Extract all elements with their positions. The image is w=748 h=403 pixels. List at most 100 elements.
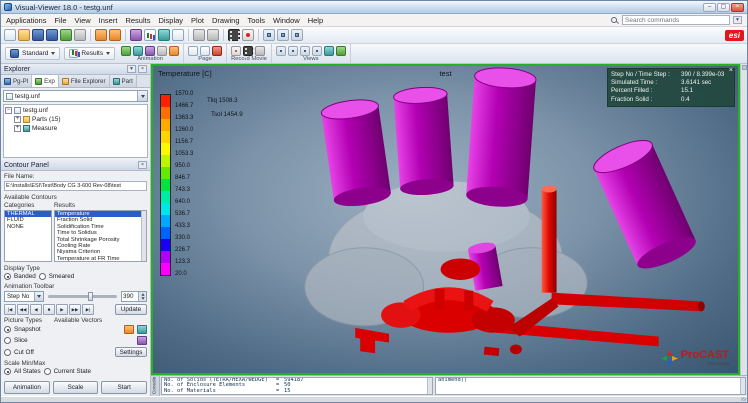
tree-item-measure[interactable]: + Measure — [5, 124, 146, 133]
movie-file-icon[interactable] — [243, 46, 253, 56]
menu-window[interactable]: Window — [273, 16, 300, 25]
standard-dropdown[interactable]: Standard — [5, 47, 60, 60]
command-scrollbar[interactable] — [740, 378, 745, 394]
vector-icon-1[interactable] — [124, 325, 134, 334]
film-icon[interactable] — [228, 29, 240, 41]
tab-pg-pl[interactable]: Pg-Pl — [1, 75, 32, 87]
console-output[interactable]: No. of Solids (TETRA/HEXA/WEDGE)=594187 … — [161, 377, 433, 395]
smeared-radio[interactable] — [39, 273, 46, 280]
step-slider-thumb[interactable] — [88, 292, 93, 301]
panel-close-icon[interactable]: × — [138, 65, 147, 73]
view-xz-icon[interactable] — [300, 46, 310, 56]
anim-loop-icon[interactable] — [145, 46, 155, 56]
view-isometric-icon[interactable] — [312, 46, 322, 56]
anim-step-icon[interactable] — [133, 46, 143, 56]
menu-drawing[interactable]: Drawing — [212, 16, 240, 25]
slice-radio[interactable] — [4, 337, 11, 344]
maximize-button[interactable]: ▢ — [717, 3, 730, 12]
view-rotate-icon[interactable] — [336, 46, 346, 56]
go-first-button[interactable]: |◀ — [4, 304, 16, 315]
record-movie-icon[interactable] — [231, 46, 241, 56]
tree-item-parts[interactable]: + Parts (15) — [5, 115, 146, 124]
view-yz-icon[interactable] — [288, 46, 298, 56]
settings-button[interactable]: Settings — [115, 347, 147, 357]
save-all-icon[interactable] — [46, 29, 58, 41]
menu-plot[interactable]: Plot — [191, 16, 204, 25]
step-combo-caret-icon[interactable] — [34, 292, 43, 301]
anim-settings-icon[interactable] — [169, 46, 179, 56]
view-fit-icon[interactable] — [324, 46, 334, 56]
expand-icon[interactable]: + — [14, 116, 21, 123]
view-front-icon[interactable] — [277, 29, 289, 41]
stop-button[interactable]: ■ — [43, 304, 55, 315]
viewport-close-icon[interactable]: × — [729, 67, 733, 75]
anim-stop-icon[interactable] — [157, 46, 167, 56]
resize-grip[interactable] — [741, 397, 746, 401]
view-iso-icon[interactable] — [263, 29, 275, 41]
rewind-button[interactable]: ◀◀ — [17, 304, 29, 315]
slice-icon[interactable] — [137, 336, 147, 345]
page-delete-icon[interactable] — [212, 46, 222, 56]
current-state-radio[interactable] — [44, 368, 51, 375]
page-new-icon[interactable] — [188, 46, 198, 56]
update-button[interactable]: Update — [115, 304, 147, 315]
table-icon[interactable] — [158, 29, 170, 41]
panel-menu-icon[interactable]: ▾ — [127, 65, 136, 73]
model-combo[interactable]: testg.unf — [3, 90, 148, 102]
menu-file[interactable]: File — [54, 16, 66, 25]
save-icon[interactable] — [32, 29, 44, 41]
menu-display[interactable]: Display — [158, 16, 183, 25]
file-path-field[interactable]: E:\Installs\ESI\Test\Body CG 3-600 Rev-0… — [4, 181, 147, 191]
combo-caret-icon[interactable] — [137, 91, 147, 101]
results-dropdown[interactable]: Results — [64, 47, 115, 60]
print-icon[interactable] — [74, 29, 86, 41]
page-copy-icon[interactable] — [200, 46, 210, 56]
view-xy-icon[interactable] — [276, 46, 286, 56]
banded-radio[interactable] — [4, 273, 11, 280]
tab-part[interactable]: Part — [110, 75, 137, 87]
collapse-icon[interactable]: − — [5, 107, 12, 114]
all-states-radio[interactable] — [4, 368, 11, 375]
tree-item-root[interactable]: − testg.unf — [5, 106, 146, 115]
console-scrollbar[interactable] — [427, 378, 432, 394]
movie-settings-icon[interactable] — [255, 46, 265, 56]
cutoff-radio[interactable] — [4, 349, 11, 356]
scale-button[interactable]: Scale — [53, 381, 99, 394]
menu-help[interactable]: Help — [308, 16, 323, 25]
undo-icon[interactable] — [95, 29, 107, 41]
expand-icon[interactable]: + — [14, 125, 21, 132]
results-scrollbar[interactable] — [141, 211, 146, 261]
step-spinbox[interactable]: 390 — [121, 291, 147, 302]
contour-close-icon[interactable]: × — [138, 161, 147, 169]
view-top-icon[interactable] — [291, 29, 303, 41]
viewport-3d[interactable]: Temperature [C] test — [151, 64, 740, 375]
curve-icon[interactable] — [172, 29, 184, 41]
step-slider[interactable] — [48, 295, 117, 298]
tab-file-explorer[interactable]: File Explorer — [59, 75, 110, 87]
new-file-icon[interactable] — [4, 29, 16, 41]
result-temp-fr-time[interactable]: Temperature at FR Time — [55, 256, 141, 262]
tab-explorer[interactable]: Exp — [32, 75, 59, 87]
play-button[interactable]: ▶ — [56, 304, 68, 315]
category-none[interactable]: NONE — [5, 224, 51, 230]
menu-applications[interactable]: Applications — [6, 16, 46, 25]
layout-single-icon[interactable] — [193, 29, 205, 41]
record-icon[interactable] — [242, 29, 254, 41]
animation-button[interactable]: Animation — [4, 381, 50, 394]
viewport-scrollbar[interactable] — [740, 64, 747, 375]
open-folder-icon[interactable] — [18, 29, 30, 41]
minimize-button[interactable]: – — [703, 3, 716, 12]
menu-view[interactable]: View — [75, 16, 91, 25]
go-last-button[interactable]: ▶| — [82, 304, 94, 315]
scrollbar-thumb[interactable] — [742, 65, 747, 70]
spin-down-icon[interactable] — [139, 297, 146, 302]
search-options-icon[interactable]: ▾ — [733, 16, 742, 24]
anim-play-icon[interactable] — [121, 46, 131, 56]
layout-split-icon[interactable] — [207, 29, 219, 41]
menu-insert[interactable]: Insert — [99, 16, 118, 25]
vector-icon-2[interactable] — [137, 325, 147, 334]
menu-results[interactable]: Results — [125, 16, 150, 25]
search-input[interactable] — [622, 15, 730, 25]
chart-icon[interactable] — [144, 29, 156, 41]
step-mode-combo[interactable]: Step No — [4, 291, 44, 302]
